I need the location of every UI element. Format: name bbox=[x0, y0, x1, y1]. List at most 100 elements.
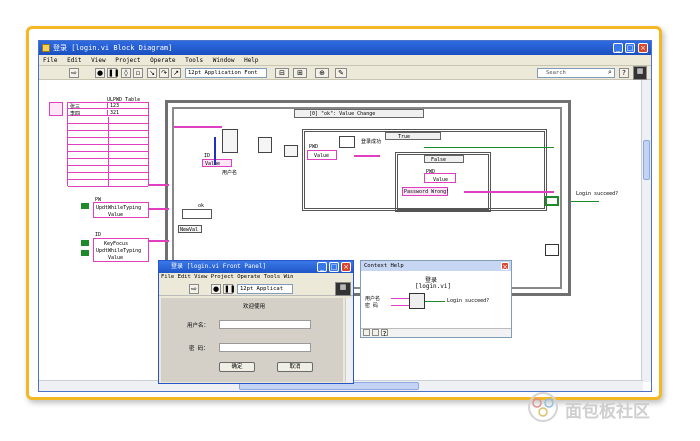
fp-menu-view[interactable]: View bbox=[194, 274, 207, 280]
ch-vi-name: [login.vi] bbox=[415, 283, 452, 290]
id-value-node[interactable]: Value bbox=[202, 159, 232, 167]
menu-edit[interactable]: Edit bbox=[67, 57, 81, 64]
ok-button[interactable]: 确定 bbox=[219, 362, 255, 372]
fp-menu-edit[interactable]: Edit bbox=[178, 274, 191, 280]
fp-menu-file[interactable]: File bbox=[161, 274, 174, 280]
table-cell: 李四 bbox=[70, 111, 81, 117]
fp-menu-operate[interactable]: Operate bbox=[237, 274, 260, 280]
highlight-icon[interactable]: ◊ bbox=[121, 68, 131, 78]
fp-run-icon[interactable]: ⇨ bbox=[189, 284, 199, 294]
ch-input-password: 密 码 bbox=[365, 303, 379, 309]
run-arrow-icon[interactable]: ⇨ bbox=[69, 68, 79, 78]
minimize-button[interactable]: _ bbox=[613, 43, 623, 53]
login-succeed-label: Login succeed? bbox=[576, 191, 619, 197]
ch-detail-icon[interactable] bbox=[372, 329, 379, 336]
abort-icon[interactable]: ● bbox=[95, 68, 105, 78]
event-selector[interactable]: [0] "ok": Value Change bbox=[294, 109, 424, 118]
reorder-icon[interactable]: ⊕ bbox=[315, 68, 329, 78]
ok-terminal[interactable] bbox=[182, 209, 212, 219]
menu-project[interactable]: Project bbox=[115, 57, 140, 64]
front-panel-window: 登录 [login.vi Front Panel] _ □ × File Edi… bbox=[158, 260, 354, 384]
ch-vi-icon bbox=[409, 293, 425, 309]
menu-tools[interactable]: Tools bbox=[185, 57, 203, 64]
close-button[interactable]: × bbox=[638, 43, 648, 53]
ch-input-username: 用户名 bbox=[365, 296, 381, 302]
vertical-scrollbar[interactable] bbox=[641, 80, 651, 382]
fp-menu-tools[interactable]: Tools bbox=[264, 274, 281, 280]
fp-minimize-button[interactable]: _ bbox=[317, 262, 327, 272]
table-cell: 321 bbox=[110, 110, 120, 116]
case-structure-true[interactable]: True False PWD Value Password Wrong! 登录成… bbox=[302, 129, 547, 212]
menu-view[interactable]: View bbox=[91, 57, 105, 64]
menu-help[interactable]: Help bbox=[244, 57, 258, 64]
fp-vi-icon: ▦ bbox=[335, 282, 351, 296]
table-cell: 123 bbox=[110, 103, 120, 109]
id-property-node[interactable]: KeyFocus UpdtWhileTyping Value bbox=[93, 238, 149, 262]
pw-property-node[interactable]: UpdtWhileTyping Value bbox=[93, 202, 149, 218]
table-index-display bbox=[49, 102, 63, 116]
case-structure-false[interactable]: False PWD Value Password Wrong! bbox=[395, 152, 491, 212]
fp-close-button[interactable]: × bbox=[341, 262, 351, 272]
fp-menu-window[interactable]: Win bbox=[284, 274, 294, 280]
login-succeed-indicator[interactable] bbox=[545, 196, 559, 206]
help-icon[interactable]: ? bbox=[619, 68, 629, 78]
ch-bottom-bar: ? bbox=[361, 328, 511, 338]
password-label: 密 码： bbox=[189, 346, 209, 352]
step-over-icon[interactable]: ↷ bbox=[159, 68, 169, 78]
watermark-logo-icon bbox=[528, 392, 558, 422]
context-help-window: Context Help × 登录 [login.vi] 用户名 密 码 Log… bbox=[360, 260, 512, 338]
front-panel-titlebar: 登录 [login.vi Front Panel] _ □ × bbox=[159, 261, 353, 273]
dialog-node[interactable] bbox=[545, 244, 559, 256]
watermark: 面包板社区 bbox=[527, 391, 677, 425]
ch-help-icon[interactable]: ? bbox=[381, 329, 388, 338]
scrollbar-thumb[interactable] bbox=[643, 140, 650, 180]
search-input[interactable]: Search bbox=[537, 68, 615, 78]
password-field[interactable] bbox=[219, 343, 311, 352]
retain-wire-icon[interactable]: ▫ bbox=[133, 68, 143, 78]
step-into-icon[interactable]: ↘ bbox=[147, 68, 157, 78]
table-cell: 张三 bbox=[70, 104, 81, 110]
ulpwd-table[interactable]: 张三 123 李四 321 bbox=[67, 102, 149, 187]
username-field[interactable] bbox=[219, 320, 311, 329]
fp-panel: 欢迎使用 用户名： 密 码： 确定 取消 bbox=[161, 298, 343, 382]
labview-icon bbox=[42, 44, 50, 52]
window-titlebar: 登录 [login.vi Block Diagram] _ □ × bbox=[39, 41, 651, 55]
cleanup-icon[interactable]: ✎ bbox=[335, 68, 347, 78]
menu-window[interactable]: Window bbox=[213, 57, 235, 64]
align-icon[interactable]: ⊟ bbox=[275, 68, 289, 78]
ch-close-button[interactable]: × bbox=[501, 262, 509, 271]
string-constant[interactable]: Password Wrong! bbox=[402, 187, 449, 196]
newval-node[interactable]: NewVal bbox=[178, 225, 202, 233]
pause-icon[interactable]: ❚❚ bbox=[107, 68, 120, 78]
maximize-button[interactable]: □ bbox=[625, 43, 635, 53]
fp-toolbar: ⇨ ● ❚❚ 12pt Applicat ▦ bbox=[159, 282, 353, 296]
select-node[interactable] bbox=[284, 145, 298, 157]
pwd-property-node[interactable]: Value bbox=[424, 173, 456, 183]
watermark-text: 面包板社区 bbox=[565, 402, 650, 422]
menu-operate[interactable]: Operate bbox=[150, 57, 175, 64]
compare-node[interactable] bbox=[339, 136, 355, 148]
step-out-icon[interactable]: ↗ bbox=[171, 68, 181, 78]
front-panel-title: 登录 [login.vi Front Panel] bbox=[171, 263, 267, 270]
pwd-node-true[interactable]: Value bbox=[307, 150, 337, 160]
menu-file[interactable]: File bbox=[43, 57, 57, 64]
font-select[interactable]: 12pt Application Font bbox=[185, 68, 267, 78]
distribute-icon[interactable]: ⊞ bbox=[293, 68, 307, 78]
toolbar: ⇨ ● ❚❚ ◊ ▫ ↘ ↷ ↗ 12pt Application Font ⊟… bbox=[39, 66, 651, 80]
fp-menu-project[interactable]: Project bbox=[211, 274, 234, 280]
index-node[interactable] bbox=[258, 137, 272, 153]
context-help-titlebar: Context Help × bbox=[361, 261, 511, 271]
fp-maximize-button[interactable]: □ bbox=[329, 262, 339, 272]
cancel-button[interactable]: 取消 bbox=[277, 362, 313, 372]
ch-lock-icon[interactable] bbox=[363, 329, 370, 336]
search-array-node[interactable] bbox=[222, 129, 238, 153]
fp-font-select[interactable]: 12pt Applicat bbox=[237, 284, 293, 294]
menu-bar: File Edit View Project Operate Tools Win… bbox=[39, 55, 651, 66]
fp-scrollbar[interactable] bbox=[345, 298, 353, 382]
fp-pause-icon[interactable]: ❚❚ bbox=[223, 284, 236, 294]
search-icon[interactable]: ⌕ bbox=[605, 68, 615, 78]
window-title: 登录 [login.vi Block Diagram] bbox=[53, 44, 173, 52]
id-bool-terminal bbox=[81, 250, 89, 256]
fp-menu-bar: File Edit View Project Operate Tools Win bbox=[159, 273, 353, 282]
fp-abort-icon[interactable]: ● bbox=[211, 284, 221, 294]
